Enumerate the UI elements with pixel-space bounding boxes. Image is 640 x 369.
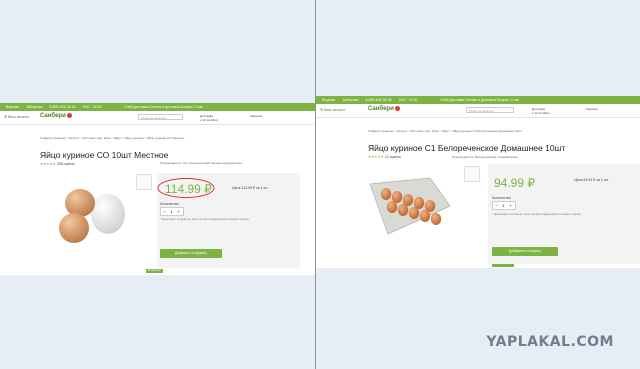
cart-link[interactable]: Корзина xyxy=(250,114,261,118)
rating[interactable]: ★★★★★ 336 оценок xyxy=(40,162,75,166)
hours-text: 9:00 - 21:00 xyxy=(82,105,102,109)
quantity-label: Количество xyxy=(492,196,511,200)
egg xyxy=(386,201,398,213)
producer-text: Производитель: Белореченская птицефабрик… xyxy=(452,155,518,159)
qty-minus-button[interactable]: − xyxy=(161,208,168,215)
price-note: * Цена может отличаться, срок и остаток … xyxy=(160,218,249,221)
site-logo[interactable]: Санбери xyxy=(40,113,72,119)
egg-tray xyxy=(369,177,451,235)
qty-plus-button[interactable]: + xyxy=(175,208,182,215)
catalog-button[interactable]: ☰ Весь каталог xyxy=(320,108,345,112)
quantity-label: Количество xyxy=(160,202,179,206)
right-page: Внуково Заборыво 8-800-444-34-34 9:00 - … xyxy=(316,96,640,268)
product-title: Яйцо куриное СО 10шт Местное xyxy=(40,150,169,160)
image-thumbnail[interactable] xyxy=(136,174,152,190)
phone-text: 8-800-444-34-34 xyxy=(365,98,392,102)
price-highlight-circle xyxy=(157,178,215,198)
delivery-info[interactable]: Доставка с 12 октября xyxy=(200,114,218,122)
egg xyxy=(413,197,425,209)
price-note: * Цена может отличаться, срок и остаток … xyxy=(492,213,581,216)
egg xyxy=(391,191,403,203)
cart-link[interactable]: Корзина xyxy=(586,107,597,111)
catalog-button[interactable]: ☰ Весь каталог xyxy=(4,115,29,119)
left-screenshot: Внуково Заборыво 8-800-444-34-34 9:00 - … xyxy=(0,0,316,369)
add-to-cart-button[interactable]: Добавить в корзину xyxy=(160,249,222,258)
logo-mark-icon xyxy=(394,106,400,111)
egg xyxy=(419,210,431,222)
price: 94.99 ₽ xyxy=(494,176,535,190)
white-egg xyxy=(91,194,125,234)
product-title: Яйцо куриное С1 Белореченское Домашнее 1… xyxy=(368,143,566,153)
breadcrumb: Главная страница > Каталог > Молочка, сы… xyxy=(40,136,185,140)
left-header: ☰ Весь каталог Санбери Поиск по каталогу… xyxy=(0,111,316,125)
site-watermark: YAPLAKAL.COM xyxy=(486,334,614,350)
egg xyxy=(430,213,442,225)
availability-tag: В наличии xyxy=(146,269,163,273)
left-topbar: Внуково Заборыво 8-800-444-34-34 9:00 - … xyxy=(0,103,316,111)
qty-plus-button[interactable]: + xyxy=(507,202,514,209)
product-image-egg-tray xyxy=(369,177,451,235)
egg xyxy=(408,207,420,219)
search-input[interactable]: Поиск по каталогу xyxy=(466,107,514,113)
egg xyxy=(402,194,414,206)
add-to-cart-button[interactable]: Добавить в корзину xyxy=(492,247,558,256)
top-links[interactable]: Хлеб доставка Оплата и доставка Бонусы О… xyxy=(124,105,203,109)
product-image-eggs xyxy=(59,189,125,243)
unit-price: Цена 114.99 ₽ за 1 шт xyxy=(232,186,268,190)
unit-price: Цена 94.99 ₽ за 1 шт xyxy=(574,178,609,182)
availability-indicator xyxy=(492,264,514,267)
quantity-stepper[interactable]: −1 + xyxy=(492,201,516,210)
phone-text: 8-800-444-34-34 xyxy=(49,105,76,109)
rating-stars-icon: ★★★★★ xyxy=(40,162,56,166)
right-screenshot: Внуково Заборыво 8-800-444-34-34 9:00 - … xyxy=(316,0,640,369)
qty-minus-button[interactable]: − xyxy=(493,202,500,209)
city-link[interactable]: Внуково xyxy=(6,105,19,109)
top-links[interactable]: Хлеб доставка Оплата и доставка Бонусы О… xyxy=(440,98,519,102)
metro-link[interactable]: Заборыво xyxy=(26,105,42,109)
producer-text: Производитель: АО «Сельскохозяйственное … xyxy=(160,161,243,165)
left-page: Внуково Заборыво 8-800-444-34-34 9:00 - … xyxy=(0,103,316,275)
egg xyxy=(424,200,436,212)
hours-text: 9:00 - 21:00 xyxy=(398,98,418,102)
quantity-stepper[interactable]: −1 + xyxy=(160,207,184,216)
logo-mark-icon xyxy=(66,113,72,118)
qty-value[interactable]: 1 xyxy=(500,202,507,209)
right-header: ☰ Весь каталог Санбери Поиск по каталогу… xyxy=(316,104,640,118)
image-thumbnail[interactable] xyxy=(464,166,480,182)
delivery-info[interactable]: Доставка с 12 октября xyxy=(532,107,550,115)
metro-link[interactable]: Заборыво xyxy=(342,98,358,102)
egg xyxy=(397,204,409,216)
brown-egg-top xyxy=(65,189,95,217)
rating-stars-icon: ★★★★★ xyxy=(368,155,384,159)
search-input[interactable]: Поиск по каталогу xyxy=(138,114,183,120)
brown-egg-bottom xyxy=(59,213,89,243)
egg xyxy=(380,188,392,200)
site-logo[interactable]: Санбери xyxy=(368,106,400,112)
breadcrumb: Главная страница > Каталог > Молочка, сы… xyxy=(368,129,523,133)
city-link[interactable]: Внуково xyxy=(322,98,335,102)
right-topbar: Внуково Заборыво 8-800-444-34-34 9:00 - … xyxy=(316,96,640,104)
rating[interactable]: ★★★★★ 12 оценок xyxy=(368,155,401,159)
qty-value[interactable]: 1 xyxy=(168,208,175,215)
